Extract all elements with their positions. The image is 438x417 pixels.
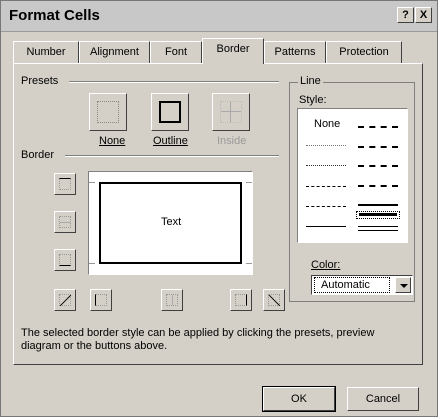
- preset-outline-label: Outline: [153, 135, 188, 147]
- close-button[interactable]: X: [415, 7, 432, 23]
- border-diagonal-down-button[interactable]: [263, 289, 285, 311]
- tab-font[interactable]: Font: [150, 41, 202, 63]
- tab-number[interactable]: Number: [13, 41, 79, 63]
- style-dotted[interactable]: [306, 165, 346, 166]
- chevron-down-icon[interactable]: [395, 277, 411, 293]
- style-hair[interactable]: [306, 145, 346, 146]
- border-left-icon: [95, 294, 107, 306]
- help-text: The selected border style can be applied…: [21, 327, 375, 352]
- border-right-button[interactable]: [230, 289, 252, 311]
- line-heading: Line: [298, 75, 323, 87]
- format-cells-dialog: Format Cells ? X Number Alignment Font B…: [0, 0, 438, 417]
- preview-text: Text: [161, 216, 182, 228]
- preset-none-label: None: [99, 135, 126, 147]
- preset-none-icon: [97, 101, 119, 123]
- border-inside-horizontal-icon: [59, 216, 71, 228]
- preset-inside-label: Inside: [217, 135, 247, 147]
- style-thin[interactable]: [306, 226, 346, 227]
- border-inside-vertical-icon: [166, 294, 178, 306]
- border-diagonal-up-button[interactable]: [54, 289, 76, 311]
- color-label: Color:: [311, 259, 341, 271]
- border-inside-vertical-button[interactable]: [161, 289, 183, 311]
- presets-heading: Presets: [21, 75, 59, 87]
- style-none-option[interactable]: None: [314, 118, 340, 130]
- style-medium[interactable]: [358, 204, 398, 206]
- border-right-icon: [235, 294, 247, 306]
- border-top-icon: [59, 178, 71, 190]
- dialog-title: Format Cells: [9, 7, 100, 24]
- color-dropdown[interactable]: Automatic: [311, 275, 413, 295]
- style-medium-dash-dot[interactable]: [358, 165, 398, 167]
- border-preview[interactable]: Text: [88, 171, 253, 275]
- style-medium-dash-dot-dot[interactable]: [358, 126, 398, 128]
- title-bar: Format Cells ? X: [1, 1, 437, 32]
- preset-outline-button[interactable]: [151, 93, 189, 131]
- border-bottom-icon: [59, 254, 71, 266]
- tab-alignment[interactable]: Alignment: [79, 41, 150, 63]
- style-dash-dot-dot-thin[interactable]: [306, 186, 346, 187]
- border-left-button[interactable]: [90, 289, 112, 311]
- style-double[interactable]: [358, 226, 398, 231]
- style-label: Style:: [299, 94, 327, 106]
- tab-protection[interactable]: Protection: [326, 41, 402, 63]
- line-style-list[interactable]: None: [297, 108, 408, 243]
- tab-patterns[interactable]: Patterns: [264, 41, 326, 63]
- preset-outline-icon: [159, 101, 181, 123]
- border-inside-horizontal-button[interactable]: [54, 211, 76, 233]
- border-diagonal-down-icon: [268, 294, 281, 307]
- style-slanted-dash-dot[interactable]: [358, 146, 398, 148]
- style-thick-selected[interactable]: [356, 211, 400, 219]
- tab-border[interactable]: Border: [202, 38, 264, 64]
- border-top-button[interactable]: [54, 173, 76, 195]
- help-button[interactable]: ?: [397, 7, 414, 23]
- border-heading: Border: [21, 149, 55, 161]
- preset-inside-icon: [220, 101, 242, 123]
- border-diagonal-up-icon: [59, 294, 72, 307]
- preset-none-button[interactable]: [89, 93, 127, 131]
- style-dash-dot-thin[interactable]: [306, 206, 346, 207]
- presets-separator: [69, 81, 279, 83]
- border-separator: [65, 155, 279, 157]
- style-medium-dashed[interactable]: [358, 185, 398, 187]
- preset-inside-button[interactable]: [212, 93, 250, 131]
- color-value: Automatic: [314, 277, 390, 293]
- border-bottom-button[interactable]: [54, 249, 76, 271]
- cancel-button[interactable]: Cancel: [347, 387, 419, 411]
- ok-button[interactable]: OK: [263, 387, 335, 411]
